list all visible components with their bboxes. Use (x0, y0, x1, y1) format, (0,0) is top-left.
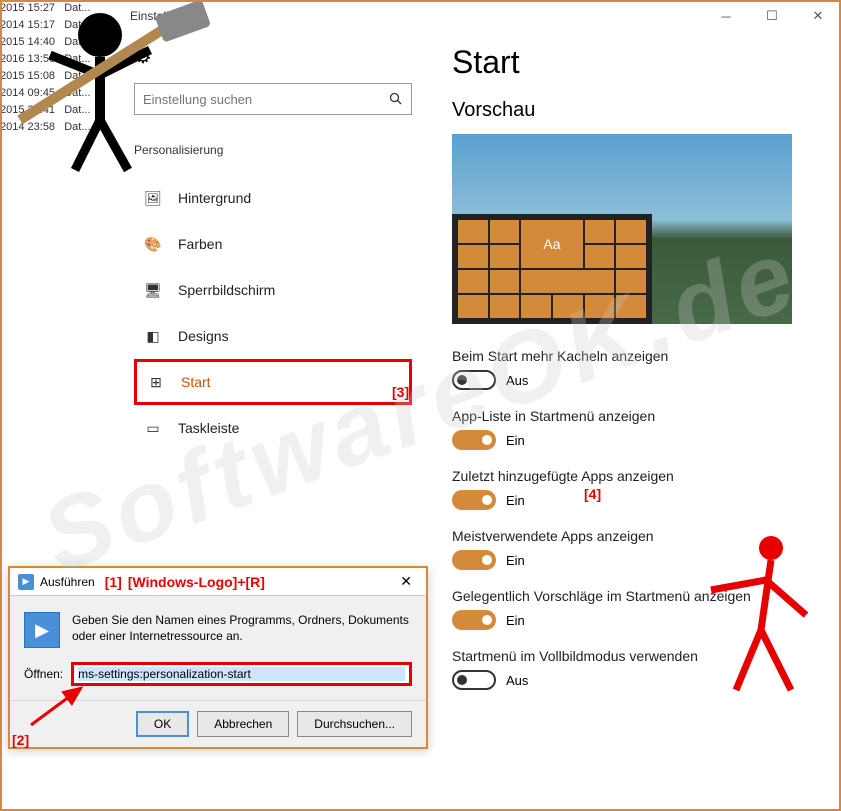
toggle-state: Ein (506, 493, 525, 508)
run-close-button[interactable]: ✕ (394, 573, 418, 590)
sidebar-item-farben[interactable]: 🎨 Farben (134, 221, 412, 267)
toggle-state: Ein (506, 613, 525, 628)
toggle-block: App-Liste in Startmenü anzeigen Ein (452, 408, 817, 450)
run-titlebar: ▶ Ausführen [1] [Windows-Logo]+[R] ✕ (10, 568, 426, 596)
taskbar-icon: ▭ (144, 420, 162, 437)
preview-tiles: Aa (452, 214, 652, 324)
preview-heading: Vorschau (452, 99, 817, 122)
maximize-button[interactable]: ☐ (749, 0, 795, 32)
toggle-switch[interactable] (452, 370, 496, 390)
toggle-switch[interactable] (452, 490, 496, 510)
sidebar-item-label: Sperrbildschirm (178, 282, 275, 298)
minimize-button[interactable]: ─ (703, 0, 749, 32)
sidebar-item-hintergrund[interactable]: 🖼 Hintergrund (134, 175, 412, 221)
titlebar: Einstellungen ─ ☐ ✕ (118, 0, 841, 32)
sidebar-item-label: Taskleiste (178, 420, 239, 436)
toggle-state: Aus (506, 673, 528, 688)
toggle-label: Zuletzt hinzugefügte Apps anzeigen (452, 468, 817, 484)
sidebar-item-label: Farben (178, 236, 222, 252)
stick-figure-hammer-icon (10, 0, 210, 180)
sidebar-item-sperrbildschirm[interactable]: 🖥 Sperrbildschirm (134, 267, 412, 313)
preview-tile-aa: Aa (521, 220, 582, 268)
page-title: Start (452, 44, 817, 81)
run-cancel-button[interactable]: Abbrechen (197, 711, 289, 737)
toggle-switch[interactable] (452, 430, 496, 450)
designs-icon: ◧ (144, 328, 162, 345)
run-browse-button[interactable]: Durchsuchen... (297, 711, 412, 737)
toggle-state: Ein (506, 553, 525, 568)
window-controls: ─ ☐ ✕ (703, 0, 841, 32)
sidebar-item-designs[interactable]: ◧ Designs (134, 313, 412, 359)
run-description: Geben Sie den Namen eines Programms, Ord… (72, 612, 412, 648)
sidebar-item-start[interactable]: ⊞ Start (134, 359, 412, 405)
toggle-switch[interactable] (452, 670, 496, 690)
toggle-switch[interactable] (452, 610, 496, 630)
run-program-icon: ▶ (24, 612, 60, 648)
run-open-input[interactable] (78, 667, 405, 681)
start-icon: ⊞ (147, 374, 165, 391)
sidebar-item-label: Hintergrund (178, 190, 251, 206)
toggle-state: Ein (506, 433, 525, 448)
run-open-combobox[interactable] (71, 662, 412, 686)
annotation-2: [2] (12, 732, 29, 748)
toggle-block: Beim Start mehr Kacheln anzeigen Aus (452, 348, 817, 390)
sidebar-item-label: Start (181, 374, 211, 390)
close-button[interactable]: ✕ (795, 0, 841, 32)
run-title: Ausführen (40, 575, 95, 589)
run-icon: ▶ (18, 574, 34, 590)
picture-icon: 🖼 (144, 190, 162, 207)
stick-figure-red-icon (701, 530, 821, 710)
search-icon (389, 92, 403, 106)
arrow-icon (26, 680, 96, 730)
palette-icon: 🎨 (144, 236, 162, 253)
annotation-1: [1] (105, 574, 122, 590)
annotation-4: [4] (584, 486, 601, 502)
sidebar-item-label: Designs (178, 328, 229, 344)
start-preview: Aa (452, 134, 792, 324)
toggle-label: Beim Start mehr Kacheln anzeigen (452, 348, 817, 364)
toggle-state: Aus (506, 373, 528, 388)
toggle-block: Zuletzt hinzugefügte Apps anzeigen Ein (452, 468, 817, 510)
annotation-1-hint: [Windows-Logo]+[R] (128, 574, 265, 590)
toggle-switch[interactable] (452, 550, 496, 570)
toggle-label: App-Liste in Startmenü anzeigen (452, 408, 817, 424)
run-ok-button[interactable]: OK (136, 711, 189, 737)
lockscreen-icon: 🖥 (144, 282, 162, 299)
sidebar-item-taskleiste[interactable]: ▭ Taskleiste (134, 405, 412, 451)
run-open-label: Öffnen: (24, 667, 63, 681)
annotation-3: [3] (392, 384, 409, 400)
